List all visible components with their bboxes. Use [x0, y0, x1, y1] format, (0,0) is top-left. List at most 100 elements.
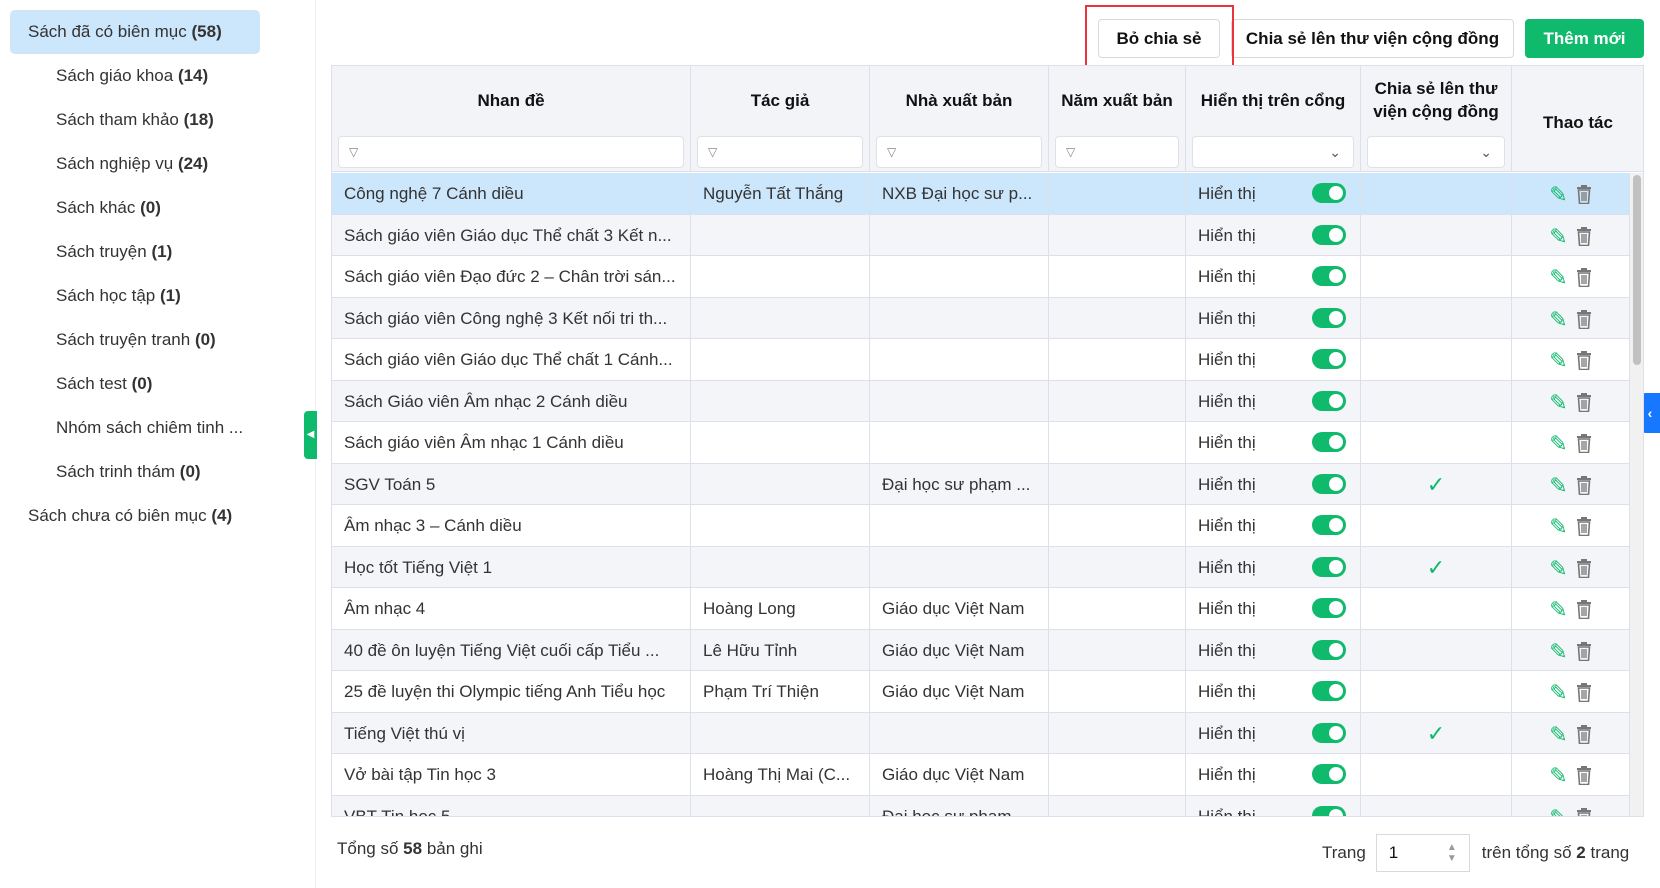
delete-trash-icon[interactable] [1576, 392, 1592, 412]
display-toggle[interactable] [1312, 224, 1346, 245]
edit-pencil-icon[interactable]: ✎ [1549, 506, 1567, 546]
delete-trash-icon[interactable] [1576, 807, 1592, 816]
table-row[interactable]: Học tốt Tiếng Việt 1 Hiển thị ✓ ✎ [332, 546, 1630, 588]
column-filter-input[interactable]: ▽ [876, 136, 1042, 168]
delete-trash-icon[interactable] [1576, 226, 1592, 246]
table-row[interactable]: Sách giáo viên Đạo đức 2 – Chân trời sán… [332, 256, 1630, 298]
display-toggle[interactable] [1312, 722, 1346, 743]
column-filter-input[interactable]: ▽ [338, 136, 684, 168]
edit-pencil-icon[interactable]: ✎ [1549, 174, 1567, 214]
delete-trash-icon[interactable] [1576, 434, 1592, 454]
scrollbar-thumb[interactable] [1633, 175, 1641, 365]
delete-trash-icon[interactable] [1576, 517, 1592, 537]
column-label: Hiển thị trên cổng [1200, 90, 1346, 110]
display-toggle[interactable] [1312, 681, 1346, 701]
display-toggle[interactable] [1312, 805, 1346, 816]
cell-display: Hiển thị [1186, 795, 1361, 816]
sidebar-item[interactable]: Sách tham khảo (18) [10, 98, 260, 142]
sidebar-item[interactable]: Sách chưa có biên mục (4) [10, 494, 260, 538]
table-row[interactable]: Âm nhạc 3 – Cánh diều Hiển thị ✎ [332, 505, 1630, 547]
page-number-input[interactable]: 1 ▲ ▼ [1375, 834, 1470, 872]
edit-pencil-icon[interactable]: ✎ [1549, 548, 1567, 588]
column-filter-input[interactable]: ▽ [697, 136, 863, 168]
edit-pencil-icon[interactable]: ✎ [1549, 797, 1567, 816]
table-row[interactable]: Sách giáo viên Âm nhạc 1 Cánh diều Hiển t… [332, 422, 1630, 464]
table-row[interactable]: Sách giáo viên Giáo dục Thể chất 1 Cánh.… [332, 339, 1630, 381]
cell-publisher: Giáo dục Việt Nam [870, 588, 1049, 629]
table-scrollbar[interactable] [1630, 173, 1643, 816]
edit-pencil-icon[interactable]: ✎ [1549, 382, 1567, 422]
table-row[interactable]: Sách giáo viên Giáo dục Thể chất 3 Kết n… [332, 214, 1630, 256]
column-filter-select[interactable]: ⌄ [1192, 136, 1354, 168]
table-row[interactable]: Tiếng Việt thú vị Hiển thị ✓ ✎ [332, 712, 1630, 754]
delete-trash-icon[interactable] [1576, 683, 1592, 703]
sidebar-item[interactable]: Sách nghiệp vụ (24) [10, 142, 260, 186]
page-stepper[interactable]: ▲ ▼ [1447, 842, 1457, 864]
delete-trash-icon[interactable] [1576, 351, 1592, 371]
sidebar-item[interactable]: Sách truyện (1) [10, 230, 260, 274]
edit-pencil-icon[interactable]: ✎ [1549, 465, 1567, 505]
display-toggle[interactable] [1312, 349, 1346, 369]
display-toggle[interactable] [1312, 639, 1346, 660]
sidebar-item[interactable]: Nhóm sách chiêm tinh ... [10, 406, 260, 450]
table-row[interactable]: VBT Tin học 5 Đại học sư phạm ... Hiển thị… [332, 795, 1630, 816]
sidebar-item[interactable]: Sách khác (0) [10, 186, 260, 230]
table-row[interactable]: SGV Toán 5 Đại học sư phạm ... Hiển thị ✓ ✎ [332, 463, 1630, 505]
share-community-button[interactable]: Chia sẻ lên thư viện cộng đồng [1231, 19, 1514, 58]
column-label: Năm xuất bản [1061, 90, 1173, 110]
display-toggle[interactable] [1312, 764, 1346, 784]
table-row[interactable]: Sách Giáo viên Âm nhạc 2 Cánh diều Hiển t… [332, 380, 1630, 422]
cell-author [691, 297, 870, 339]
delete-trash-icon[interactable] [1576, 185, 1592, 205]
table-row[interactable]: 40 đề ôn luyện Tiếng Việt cuối cấp Tiểu … [332, 629, 1630, 671]
sidebar-item[interactable]: Sách đã có biên mục (58) [10, 10, 260, 54]
cell-publisher [870, 339, 1049, 380]
title-text: Tiếng Việt thú vị [344, 723, 465, 743]
display-toggle[interactable] [1312, 266, 1346, 286]
delete-trash-icon[interactable] [1576, 724, 1592, 744]
delete-trash-icon[interactable] [1576, 475, 1592, 495]
collapse-sidebar-button[interactable]: ◀ [304, 411, 317, 459]
display-toggle[interactable] [1312, 515, 1346, 535]
edit-pencil-icon[interactable]: ✎ [1549, 714, 1567, 754]
edit-pencil-icon[interactable]: ✎ [1549, 672, 1567, 712]
column-filter-input[interactable]: ▽ [1055, 136, 1179, 168]
sidebar-item[interactable]: Sách giáo khoa (14) [10, 54, 260, 98]
display-toggle[interactable] [1312, 307, 1346, 328]
sidebar-item[interactable]: Sách trinh thám (0) [10, 450, 260, 494]
edit-pencil-icon[interactable]: ✎ [1549, 216, 1567, 256]
delete-trash-icon[interactable] [1576, 268, 1592, 288]
table-row[interactable]: Sách giáo viên Công nghệ 3 Kết nối tri t… [332, 297, 1630, 339]
table-row[interactable]: Công nghệ 7 Cánh diều Nguyễn Tất Thắng NXB… [332, 173, 1630, 215]
edit-pencil-icon[interactable]: ✎ [1549, 423, 1567, 463]
delete-trash-icon[interactable] [1576, 309, 1592, 329]
edit-pencil-icon[interactable]: ✎ [1549, 589, 1567, 629]
add-new-button[interactable]: Thêm mới [1525, 19, 1644, 58]
column-filter-select[interactable]: ⌄ [1367, 136, 1505, 168]
edit-pencil-icon[interactable]: ✎ [1549, 755, 1567, 795]
sidebar-item[interactable]: Sách test (0) [10, 362, 260, 406]
delete-trash-icon[interactable] [1576, 600, 1592, 620]
edit-pencil-icon[interactable]: ✎ [1549, 257, 1567, 297]
display-toggle[interactable] [1312, 390, 1346, 411]
display-toggle[interactable] [1312, 183, 1346, 203]
sidebar-item-label: Sách giáo khoa [56, 66, 174, 85]
edit-pencil-icon[interactable]: ✎ [1549, 631, 1567, 671]
title-text: Sách giáo viên Giáo dục Thể chất 1 Cánh.… [344, 350, 673, 369]
table-row[interactable]: Âm nhạc 4 Hoàng Long Giáo dục Việt Nam Hiển… [332, 588, 1630, 630]
delete-trash-icon[interactable] [1576, 558, 1592, 578]
cell-display: Hiển thị [1186, 422, 1361, 463]
display-toggle[interactable] [1312, 598, 1346, 618]
table-row[interactable]: 25 đề luyện thi Olympic tiếng Anh Tiểu h… [332, 671, 1630, 713]
display-toggle[interactable] [1312, 432, 1346, 452]
delete-trash-icon[interactable] [1576, 766, 1592, 786]
display-toggle[interactable] [1312, 556, 1346, 577]
edit-pencil-icon[interactable]: ✎ [1549, 299, 1567, 339]
delete-trash-icon[interactable] [1576, 641, 1592, 661]
display-toggle[interactable] [1312, 473, 1346, 494]
edit-pencil-icon[interactable]: ✎ [1549, 340, 1567, 380]
sidebar-item[interactable]: Sách học tập (1) [10, 274, 260, 318]
sidebar-item[interactable]: Sách truyện tranh (0) [10, 318, 260, 362]
unshare-button[interactable]: Bỏ chia sẻ [1098, 19, 1220, 58]
table-row[interactable]: Vở bài tập Tin học 3 Hoàng Thị Mai (C... G… [332, 754, 1630, 796]
